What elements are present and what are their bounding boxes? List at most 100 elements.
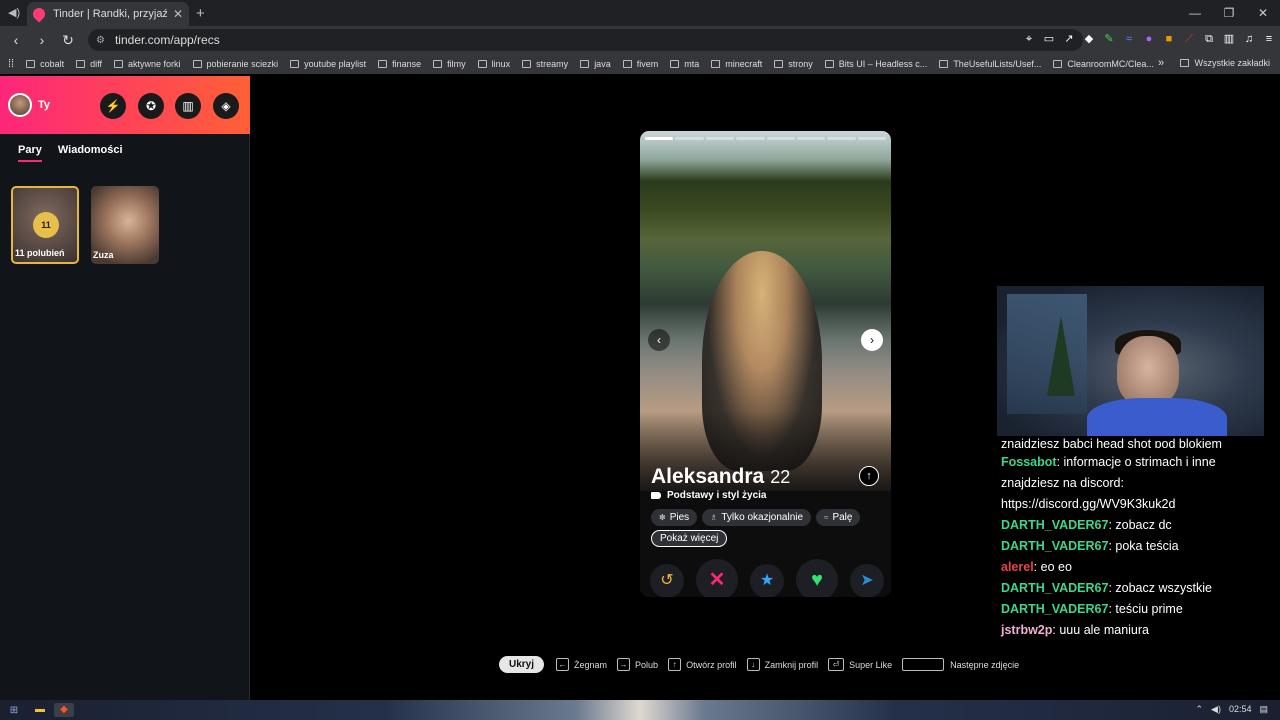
bookmark-folder[interactable]: linux: [477, 59, 510, 69]
chat-username[interactable]: DARTH_VADER67: [1001, 602, 1108, 616]
chat-username[interactable]: DARTH_VADER67: [1001, 581, 1108, 595]
chat-username[interactable]: alerel: [1001, 560, 1034, 574]
hide-button[interactable]: Ukryj: [499, 656, 545, 673]
reload-button[interactable]: ↻: [58, 32, 78, 49]
restore-button[interactable]: ❐: [1212, 0, 1246, 26]
extension-green-icon[interactable]: ✎: [1102, 31, 1116, 47]
photo-progress-segment[interactable]: [766, 137, 795, 140]
extension-purple-icon[interactable]: ●: [1142, 31, 1156, 47]
photo-progress-segment[interactable]: [827, 137, 856, 140]
chat-username[interactable]: jstrbw2p: [1001, 623, 1052, 637]
chat-username[interactable]: DARTH_VADER67: [1001, 539, 1108, 553]
likes-label: 11 polubień: [15, 248, 65, 258]
new-tab-button[interactable]: +: [196, 5, 205, 22]
briefcase-icon[interactable]: ▥: [175, 93, 201, 119]
bookmark-folder[interactable]: finanse: [378, 59, 421, 69]
windows-start-icon[interactable]: ⊞: [2, 705, 26, 716]
share-icon[interactable]: ↗: [1062, 31, 1076, 47]
chat-username[interactable]: Fossabot: [1001, 455, 1057, 469]
extensions-puzzle-icon[interactable]: ⧉: [1202, 31, 1216, 47]
next-photo-button[interactable]: ›: [861, 329, 883, 351]
photo-progress-segment[interactable]: [675, 137, 704, 140]
menu-icon[interactable]: ≡: [1262, 31, 1276, 47]
extension-wave-icon[interactable]: ≈: [1122, 31, 1136, 47]
folder-icon: [378, 60, 388, 68]
chip-smoking: ≈ Palę: [816, 509, 861, 526]
user-name[interactable]: Ty: [38, 99, 50, 111]
extension-red-icon[interactable]: ⟋: [1182, 31, 1196, 47]
forward-button[interactable]: ›: [32, 32, 52, 48]
bookmark-folder[interactable]: fivem: [622, 59, 658, 69]
extension-orange-icon[interactable]: ■: [1162, 31, 1176, 47]
close-window-button[interactable]: ✕: [1246, 0, 1280, 26]
profile-card[interactable]: ‹ › Aleksandra 22 ↑ Podstawy i styl życi…: [640, 131, 891, 597]
match-name: Zuza: [93, 250, 114, 260]
tab-matches[interactable]: Pary: [18, 144, 42, 162]
bookmark-folder[interactable]: minecraft: [711, 59, 762, 69]
bookmark-folder[interactable]: java: [580, 59, 611, 69]
boost-icon[interactable]: ⚡: [100, 93, 126, 119]
photo-progress-segment[interactable]: [857, 137, 886, 140]
file-explorer-icon[interactable]: ▬: [30, 703, 50, 717]
bookmark-item[interactable]: TheUsefulLists/Usef...: [939, 59, 1041, 69]
media-icon[interactable]: ♫: [1242, 31, 1256, 47]
photo-progress-segment[interactable]: [645, 137, 674, 140]
explore-compass-icon[interactable]: ✪: [138, 93, 164, 119]
more-bookmarks-icon[interactable]: »: [1158, 57, 1164, 69]
like-button[interactable]: ♥: [796, 559, 838, 597]
previous-photo-button[interactable]: ‹: [648, 329, 670, 351]
chat-username[interactable]: DARTH_VADER67: [1001, 518, 1108, 532]
likes-count-badge: 11: [33, 212, 59, 238]
bookmark-folder[interactable]: streamy: [522, 59, 568, 69]
all-bookmarks-folder[interactable]: Wszystkie zakładki: [1180, 58, 1270, 68]
bookmark-folder[interactable]: filmy: [433, 59, 466, 69]
site-info-icon[interactable]: ⚙: [96, 35, 105, 46]
clock[interactable]: 02:54: [1229, 704, 1252, 715]
bookmark-folder[interactable]: mta: [670, 59, 699, 69]
close-tab-icon[interactable]: ✕: [173, 7, 183, 21]
bookmark-folder[interactable]: strony: [774, 59, 813, 69]
shield-icon[interactable]: ◈: [213, 93, 239, 119]
photo-progress-segment[interactable]: [736, 137, 765, 140]
match-card[interactable]: Zuza: [91, 186, 159, 264]
space-key-icon: [902, 658, 945, 671]
hotkeys-bar: Ukryj ← Żegnam → Polub ↑ Otwórz profil ↓ Zam…: [499, 656, 1029, 673]
browser-tab[interactable]: Tinder | Randki, przyjaźń, nowe z ✕: [27, 2, 189, 26]
hotkey-close-profile: ↓ Zamknij profil: [746, 658, 818, 671]
open-profile-icon[interactable]: ↑: [859, 466, 879, 486]
bookmark-item[interactable]: diff: [76, 59, 102, 69]
rewind-button[interactable]: ↺: [650, 564, 684, 597]
audio-icon[interactable]: ◀): [8, 6, 20, 19]
minimize-button[interactable]: —: [1178, 0, 1212, 26]
boost-send-button[interactable]: ➤: [850, 564, 884, 597]
browser-toolbar: ‹ › ↻ ▯ ⚙ tinder.com/app/recs ⌖ ▭ ↗ ◆ ✎ …: [0, 26, 1280, 54]
likes-card[interactable]: 11 11 polubień: [11, 186, 79, 264]
apps-grid-icon[interactable]: ⁞⁞: [8, 58, 14, 70]
bookmark-icon: [26, 60, 36, 68]
brave-browser-icon[interactable]: ◆: [54, 703, 74, 717]
avatar[interactable]: [8, 93, 32, 117]
bookmark-item[interactable]: Bits UI – Headless c...: [824, 59, 927, 69]
notifications-icon[interactable]: ▤: [1259, 704, 1268, 715]
bookmark-item[interactable]: youtube playlist: [290, 59, 366, 69]
bookmark-item[interactable]: aktywne forki: [114, 59, 181, 69]
back-button[interactable]: ‹: [6, 32, 26, 48]
super-like-button[interactable]: ★: [750, 564, 784, 597]
bookmark-item[interactable]: CleanroomMC/Clea...: [1053, 59, 1154, 69]
show-more-button[interactable]: Pokaż więcej: [651, 530, 728, 547]
tray-chevron-icon[interactable]: ⌃: [1195, 704, 1203, 715]
bookmark-item[interactable]: pobieranie sciezki: [192, 59, 278, 69]
browser-tab-strip: ◀) Tinder | Randki, przyjaźń, nowe z ✕ +…: [0, 0, 1280, 26]
bookmark-item[interactable]: cobalt: [26, 59, 64, 69]
photo-progress-segment[interactable]: [705, 137, 735, 140]
nope-button[interactable]: ✕: [696, 559, 738, 597]
location-icon[interactable]: ⌖: [1022, 31, 1036, 47]
cast-icon[interactable]: ▭: [1042, 31, 1056, 47]
brave-shield-icon[interactable]: ◆: [1082, 31, 1096, 47]
photo-progress-segment[interactable]: [796, 137, 826, 140]
sidebar-toggle-icon[interactable]: ▥: [1222, 31, 1236, 47]
extension-icons: ⌖ ▭ ↗ ◆ ✎ ≈ ● ■ ⟋ ⧉ ▥ ♫ ≡: [1022, 31, 1276, 47]
address-bar[interactable]: ⚙ tinder.com/app/recs: [88, 29, 1083, 51]
tab-messages[interactable]: Wiadomości: [58, 144, 123, 162]
volume-icon[interactable]: ◀): [1211, 704, 1221, 715]
